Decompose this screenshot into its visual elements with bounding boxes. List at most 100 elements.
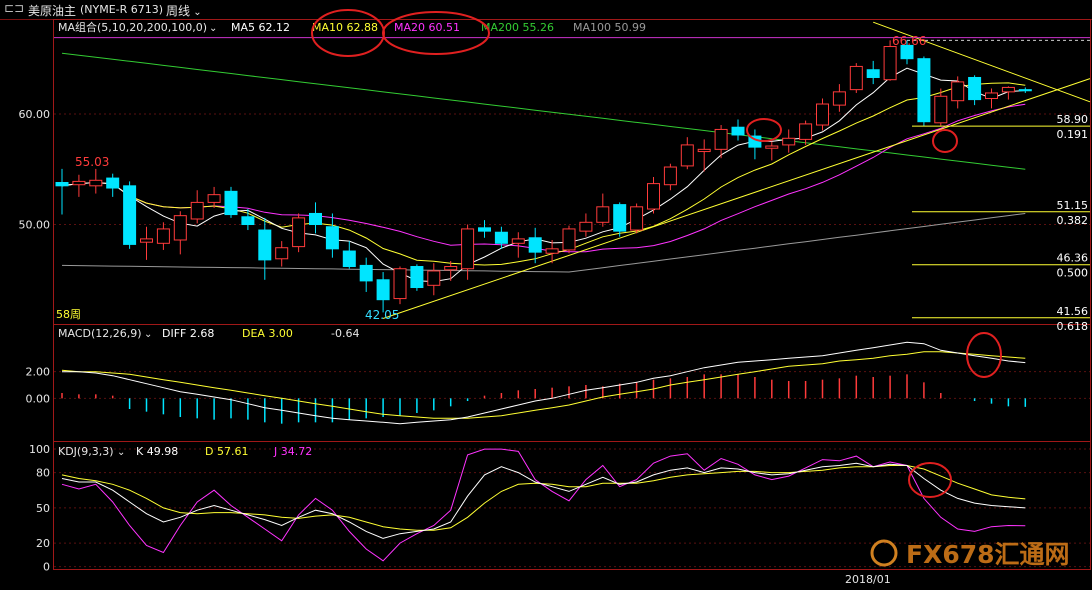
candle	[292, 213, 306, 253]
candle	[799, 120, 813, 145]
macd-panel-frame	[53, 324, 1091, 442]
candle	[342, 241, 356, 269]
candle	[579, 213, 593, 237]
candle-body-up	[72, 180, 86, 186]
candle	[376, 272, 390, 313]
candle	[1018, 87, 1032, 93]
candle-body-up	[292, 217, 306, 248]
fibonacci-levels: 58.90 0.191 51.15 0.382 46.36 0.500 41.56 0.618	[912, 113, 1090, 333]
candle	[427, 263, 441, 296]
fib-ratio-label: 0.618	[1057, 320, 1089, 333]
fib-price-label: 51.15	[1057, 199, 1089, 212]
candle-body-down	[258, 229, 272, 261]
candle	[140, 226, 153, 260]
candle-body-down	[494, 231, 508, 244]
candle	[866, 60, 880, 85]
y-tick-label: 2.00	[26, 366, 51, 379]
x-axis-date-label: 2018/01	[845, 573, 891, 586]
candle-body-up	[663, 166, 677, 186]
fib-ratio-label: 0.191	[1057, 128, 1089, 141]
macd-group-label[interactable]: MACD(12,26,9)	[58, 327, 142, 340]
candle	[816, 98, 829, 131]
candle-body-up	[647, 183, 660, 210]
candle	[393, 266, 407, 305]
kdj-series	[61, 448, 1026, 562]
price-overlay-lines	[54, 21, 1091, 319]
candle-body-up	[579, 221, 593, 232]
candle	[309, 202, 322, 234]
candle	[832, 84, 846, 112]
candle-body-up	[275, 247, 289, 260]
candle-body-up	[714, 128, 728, 150]
candle	[275, 241, 289, 267]
candle	[89, 168, 103, 194]
kdj-k-line	[61, 462, 1026, 539]
candle	[461, 224, 475, 280]
candle-body-up	[799, 123, 813, 140]
ma200-line	[61, 52, 1026, 170]
highlight-circle-low	[932, 129, 958, 153]
candle	[596, 193, 610, 227]
candle-body-up	[427, 270, 441, 286]
candle	[478, 220, 491, 238]
kdj-group-label[interactable]: KDJ(9,3,3)	[58, 445, 114, 458]
candle-body-down	[410, 266, 424, 289]
y-tick-label: 50.00	[19, 219, 51, 232]
candle	[410, 264, 424, 291]
candle-body-down	[342, 250, 356, 268]
candle-body-down	[478, 227, 491, 232]
grid-lines	[54, 113, 1090, 568]
candle-body-up	[545, 248, 559, 254]
candle-body-down	[309, 212, 322, 226]
y-tick-label: 100	[29, 443, 50, 456]
candle-body-up	[190, 201, 204, 220]
ma200-label: MA200 55.26	[481, 21, 554, 34]
candle-body-down	[106, 177, 120, 189]
candle-body-up	[173, 215, 187, 241]
macd-dea-label: DEA 3.00	[242, 327, 293, 340]
candle-body-up	[934, 95, 948, 124]
bar-count-label: 58周	[56, 308, 81, 321]
candle	[173, 211, 187, 255]
candle-body-up	[951, 81, 965, 102]
candle	[647, 176, 660, 214]
candle-body-up	[562, 228, 576, 251]
candle-body-up	[1001, 86, 1015, 93]
fib-price-label: 46.36	[1057, 252, 1089, 265]
kdj-chevron-icon[interactable]: ⌄	[117, 447, 125, 458]
y-tick-label: 0	[43, 561, 50, 574]
candle-body-down	[359, 264, 373, 282]
candle-body-down	[241, 216, 255, 226]
y-axis-ticks: 60.00 50.00 2.00 0.00 100 80 50 20 0	[19, 108, 51, 574]
macd-dea-line	[61, 351, 1026, 419]
candle-body-down	[325, 226, 339, 250]
candle-body-up	[680, 144, 694, 167]
fib-ratio-label: 0.382	[1057, 214, 1089, 227]
candle-body-down	[376, 279, 390, 301]
candle-body-down	[866, 69, 880, 78]
candle	[106, 173, 120, 197]
chart-canvas: 60.00 50.00 2.00 0.00 100 80 50 20 0 MA组合(5,10,2…	[19, 9, 1091, 586]
support-trendline	[382, 78, 1091, 319]
candle	[917, 56, 931, 127]
candle-body-down	[123, 185, 137, 245]
fib-price-label: 41.56	[1057, 305, 1089, 318]
macd-chevron-icon[interactable]: ⌄	[144, 329, 152, 340]
highlight-circles	[311, 9, 1002, 498]
watermark-text: FX678汇通网	[906, 540, 1070, 569]
candle	[156, 222, 170, 250]
kdj-d-label: D 57.61	[205, 445, 248, 458]
ma-group-chevron-icon[interactable]: ⌄	[209, 23, 217, 34]
first-high-label: 55.03	[75, 155, 109, 169]
macd-value-label: -0.64	[331, 327, 359, 340]
y-tick-label: 50	[36, 502, 50, 515]
ma20-label: MA20 60.51	[394, 21, 460, 34]
candle	[613, 202, 627, 237]
candle-body-up	[816, 103, 829, 126]
highlight-circle-kdj	[908, 462, 952, 498]
candle-body-up	[849, 65, 863, 91]
macd-series	[61, 341, 1027, 425]
ma-group-label[interactable]: MA组合(5,10,20,200,100,0)	[58, 20, 207, 34]
candle-body-up	[596, 206, 610, 223]
candle	[968, 75, 982, 106]
